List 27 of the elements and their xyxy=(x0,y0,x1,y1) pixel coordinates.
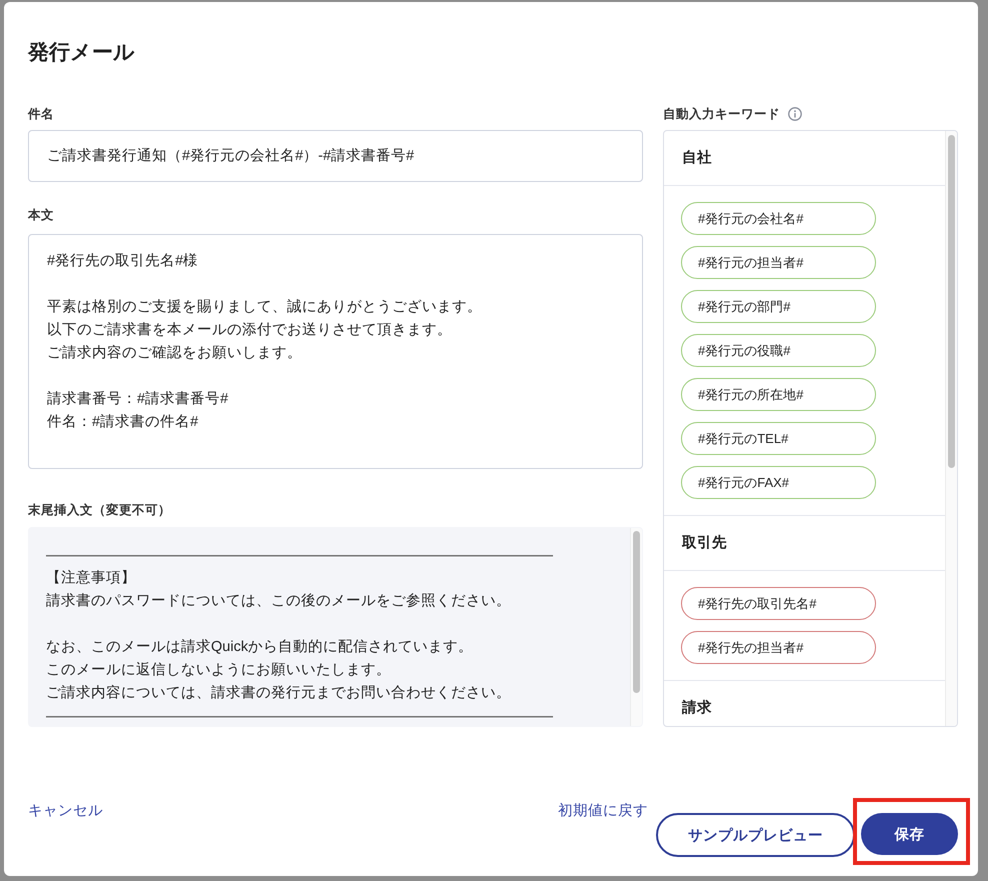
keyword-chip[interactable]: #発行先の担当者# xyxy=(681,631,876,664)
keyword-chip[interactable]: #発行元のFAX# xyxy=(681,466,876,499)
body-field[interactable]: #発行先の取引先名#様 平素は格別のご支援を賜りまして、誠にありがとうございます。 以下のご請求書を本メールの添付でお送りさせて頂きます。 ご請求内容のご確認をお願いします。 請求書番号：#請求書番号# 件名：#請求書の件名# xyxy=(28,234,643,469)
dialog-title: 発行メール xyxy=(28,40,136,66)
save-button[interactable]: 保存 xyxy=(861,813,958,855)
info-icon[interactable] xyxy=(788,107,802,121)
keyword-chip[interactable]: #発行元の役職# xyxy=(681,334,876,367)
reset-link[interactable]: 初期値に戻す xyxy=(558,800,648,822)
cancel-link[interactable]: キャンセル xyxy=(28,800,103,822)
subject-field[interactable]: ご請求書発行通知（#発行元の会社名#）-#請求書番号# xyxy=(28,130,643,182)
closing-text-field: 【注意事項】 請求書のパスワードについては、この後のメールをご参照ください。 なお、このメールは請求Quickから自動的に配信されています。 このメールに返信しないようにお願いいたします。 ご請求内容については、請求書の発行元までお問い合わせください。 xyxy=(28,527,643,727)
field-label: 本文 xyxy=(28,207,54,224)
scrollbar[interactable] xyxy=(945,131,957,726)
preview-button[interactable]: サンプルプレビュー xyxy=(656,813,855,857)
group-heading: 請求 xyxy=(682,698,712,718)
keyword-chip[interactable]: #発行元の担当者# xyxy=(681,246,876,279)
scrollbar-thumb[interactable] xyxy=(948,135,955,468)
keyword-chip[interactable]: #発行元のTEL# xyxy=(681,422,876,455)
keyword-chip[interactable]: #発行元の会社名# xyxy=(681,202,876,235)
field-label: 件名 xyxy=(28,106,54,123)
group-heading: 自社 xyxy=(682,148,712,168)
keyword-chip[interactable]: #発行元の部門# xyxy=(681,290,876,323)
keyword-chip[interactable]: #発行先の取引先名# xyxy=(681,587,876,620)
group-heading: 取引先 xyxy=(682,534,727,553)
field-label: 自動入力キーワード xyxy=(663,106,780,123)
field-label: 末尾挿入文（変更不可） xyxy=(28,502,171,519)
keyword-chip[interactable]: #発行元の所在地# xyxy=(681,378,876,411)
